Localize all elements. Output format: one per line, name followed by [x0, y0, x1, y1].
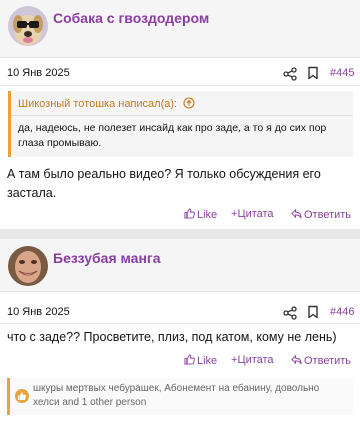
author-name[interactable]: Собака с гвоздодером	[53, 10, 209, 26]
like-button[interactable]: Like	[184, 208, 217, 221]
post-meta: 10 Янв 2025 #445	[0, 64, 360, 84]
reply-button[interactable]: Ответить	[291, 354, 351, 367]
quote-button[interactable]: +Цитата	[231, 354, 274, 366]
quote-separator	[11, 115, 353, 116]
bookmark-icon[interactable]	[306, 305, 320, 319]
post-number[interactable]: #446	[330, 306, 354, 318]
thumbs-up-icon	[15, 389, 29, 403]
thumbs-up-icon	[184, 208, 195, 219]
post-date[interactable]: 10 Янв 2025	[7, 67, 70, 79]
post: Собака с гвоздодером 10 Янв 2025 #445 Ши…	[0, 0, 360, 229]
post-meta: 10 Янв 2025 #446	[0, 303, 360, 323]
quote-button[interactable]: +Цитата	[231, 208, 274, 220]
avatar[interactable]	[8, 6, 48, 46]
post-message: что с заде?? Просветите, плиз, под катом…	[7, 330, 337, 344]
reactions-bar[interactable]: шкуры мертвых чебурашек, Абонемент на еб…	[7, 378, 353, 415]
post-number[interactable]: #445	[330, 67, 354, 79]
reply-label: Ответить	[304, 355, 352, 367]
quote-author: Шикозный тотошка написал(а):	[18, 98, 178, 110]
post-message: А там было реально видео? Я только обсуж…	[7, 167, 321, 200]
meta-divider	[0, 85, 360, 86]
circle-up-arrow-icon[interactable]	[183, 97, 195, 109]
reply-button[interactable]: Ответить	[291, 208, 351, 221]
meta-divider	[0, 323, 360, 324]
reply-label: Ответить	[304, 209, 352, 221]
avatar[interactable]	[8, 246, 48, 286]
quote-label: Цитата	[237, 208, 274, 220]
quote-block: Шикозный тотошка написал(а): да, надеюсь…	[8, 91, 353, 157]
quote-text: да, надеюсь, не полезет инсайд как про з…	[18, 122, 327, 149]
reactions-list[interactable]: шкуры мертвых чебурашек, Абонемент на еб…	[33, 382, 345, 410]
quote-header[interactable]: Шикозный тотошка написал(а):	[18, 97, 195, 110]
bookmark-icon[interactable]	[306, 66, 320, 80]
reply-arrow-icon	[291, 208, 302, 219]
post-actions: Like +Цитата Ответить	[0, 207, 360, 225]
like-button[interactable]: Like	[184, 354, 217, 367]
reply-arrow-icon	[291, 354, 302, 365]
author-name[interactable]: Беззубая манга	[53, 250, 161, 266]
author-bar: Беззубая манга	[0, 239, 360, 292]
thumbs-up-icon	[184, 354, 195, 365]
share-icon[interactable]	[283, 306, 297, 320]
post-divider	[0, 229, 360, 239]
author-bar: Собака с гвоздодером	[0, 0, 360, 58]
like-label: Like	[197, 209, 218, 221]
post-actions: Like +Цитата Ответить	[0, 353, 360, 371]
post: Беззубая манга 10 Янв 2025 #446 что с за…	[0, 239, 360, 422]
post-date[interactable]: 10 Янв 2025	[7, 306, 70, 318]
quote-label: Цитата	[237, 354, 274, 366]
like-label: Like	[197, 355, 218, 367]
share-icon[interactable]	[283, 67, 297, 81]
